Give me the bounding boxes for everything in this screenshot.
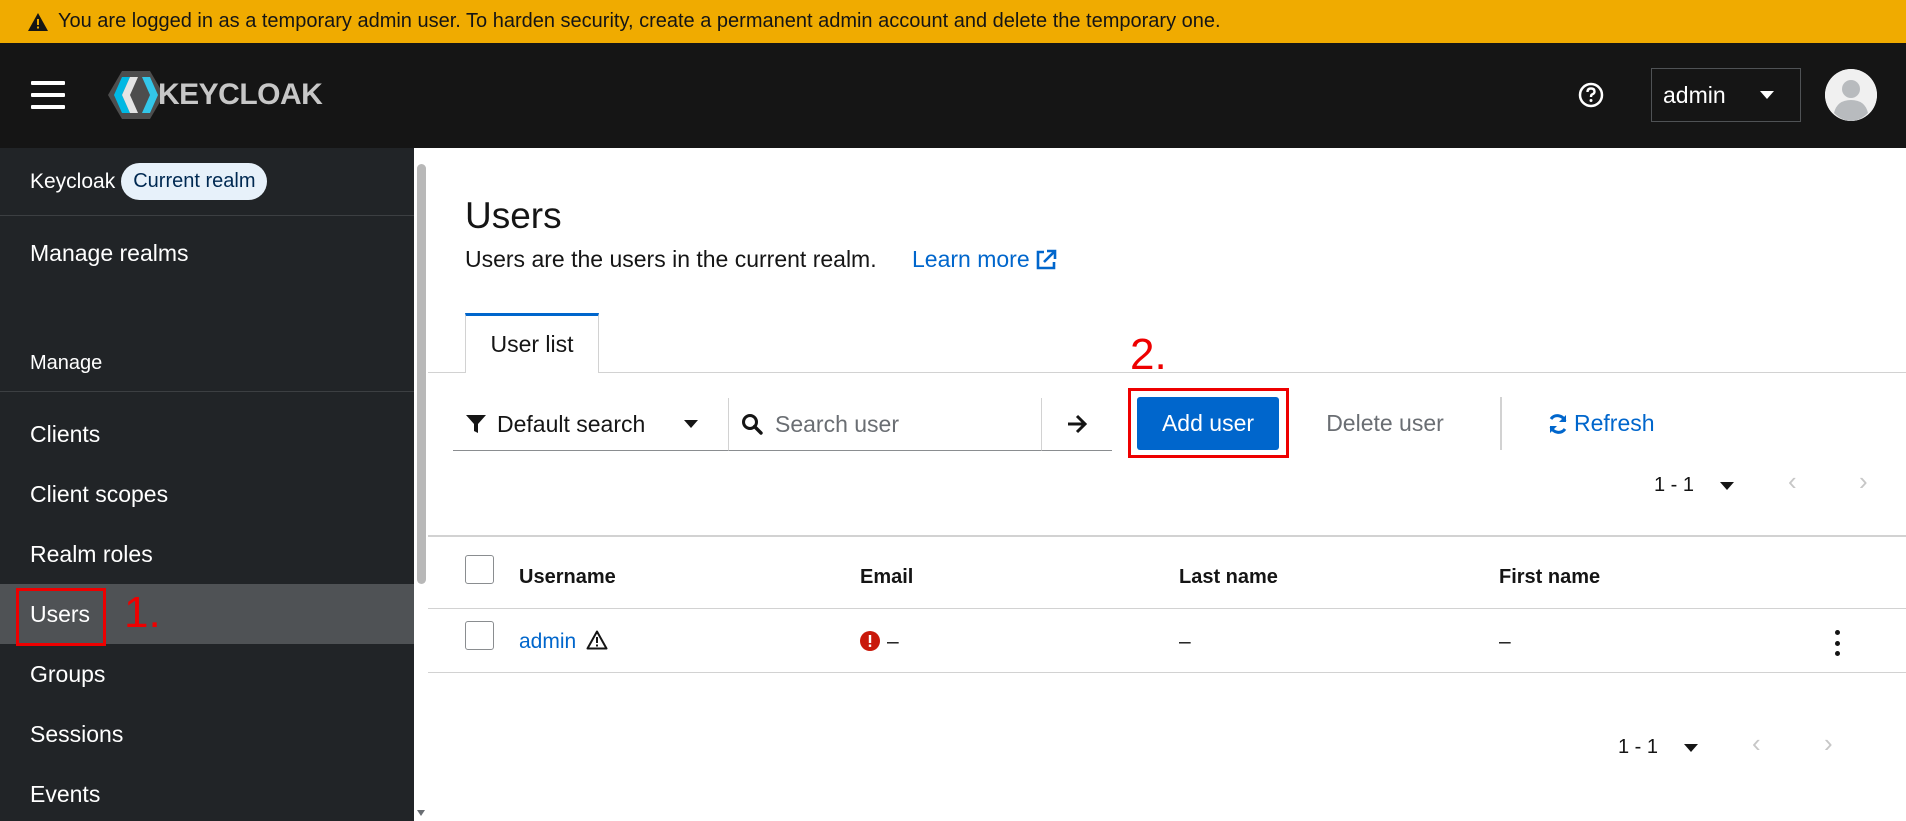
row-select-checkbox[interactable] [465, 621, 494, 650]
search-user-input[interactable] [775, 410, 1025, 438]
chevron-down-icon [1684, 743, 1699, 752]
last-name-cell: – [1179, 630, 1191, 653]
table-row-border [428, 672, 1906, 673]
refresh-icon [1549, 413, 1567, 434]
sidebar-scrollbar[interactable] [414, 148, 428, 821]
sidebar-item-clients[interactable]: Clients [0, 421, 414, 448]
toolbar-divider [1500, 397, 1502, 450]
hamburger-menu-icon[interactable] [31, 81, 65, 111]
main-content: Users Users are the users in the current… [428, 148, 1906, 821]
select-all-checkbox[interactable] [465, 555, 494, 584]
column-header-last-name[interactable]: Last name [1179, 566, 1278, 589]
refresh-label: Refresh [1574, 410, 1655, 436]
pagination-range-dropdown-top[interactable]: 1 - 1 [1654, 474, 1735, 497]
learn-more-label: Learn more [912, 246, 1030, 272]
help-icon[interactable] [1578, 82, 1604, 108]
pagination-range-top: 1 - 1 [1654, 474, 1695, 496]
sidebar-item-manage-realms[interactable]: Manage realms [0, 240, 414, 267]
sidebar-item-groups[interactable]: Groups [0, 661, 414, 688]
external-link-icon [1036, 249, 1056, 269]
column-header-first-name[interactable]: First name [1499, 566, 1600, 589]
sidebar: Keycloak Current realm Manage realms Man… [0, 148, 414, 821]
filter-icon [466, 415, 486, 433]
temporary-admin-warning-banner: You are logged in as a temporary admin u… [0, 0, 1906, 43]
scrollbar-thumb[interactable] [417, 164, 426, 584]
sidebar-item-realm-roles[interactable]: Realm roles [0, 541, 414, 568]
email-error-icon [860, 631, 880, 651]
search-submit-button[interactable] [1041, 398, 1112, 451]
column-header-username[interactable]: Username [519, 566, 616, 589]
user-menu-label: admin [1663, 81, 1726, 108]
sidebar-item-client-scopes[interactable]: Client scopes [0, 481, 414, 508]
chevron-down-icon [684, 420, 698, 428]
page-description: Users are the users in the current realm… [465, 246, 877, 272]
step-1-label: 1. [124, 588, 161, 637]
pagination-range-dropdown-bottom[interactable]: 1 - 1 [1618, 736, 1699, 759]
row-actions-kebab-icon[interactable] [1831, 628, 1843, 658]
banner-text: You are logged in as a temporary admin u… [58, 10, 1221, 32]
realm-selector[interactable]: Keycloak Current realm [0, 148, 414, 216]
sidebar-divider [0, 391, 414, 392]
current-realm-badge: Current realm [121, 163, 268, 200]
search-type-label: Default search [497, 410, 646, 437]
previous-page-icon[interactable]: ‹ [1788, 466, 1797, 497]
step-1-highlight-box [16, 588, 106, 646]
tabs-underline [428, 372, 1906, 373]
arrow-right-icon [1068, 414, 1088, 434]
delete-user-button[interactable]: Delete user [1310, 397, 1460, 450]
sidebar-item-sessions[interactable]: Sessions [0, 721, 414, 748]
email-cell: – [887, 630, 899, 653]
warning-triangle-icon [28, 12, 48, 31]
refresh-button[interactable]: Refresh [1546, 397, 1655, 450]
temporary-admin-warning-icon[interactable] [586, 630, 608, 650]
logo-text: KEYCLOAK [158, 78, 323, 111]
column-header-email[interactable]: Email [860, 566, 913, 589]
keycloak-logo[interactable]: KEYCLOAK [108, 71, 323, 119]
pagination-range-bottom: 1 - 1 [1618, 736, 1659, 758]
learn-more-link[interactable]: Learn more [912, 246, 1057, 273]
table-divider [428, 535, 1906, 537]
realm-name: Keycloak [30, 169, 116, 193]
next-page-icon[interactable]: › [1859, 466, 1868, 497]
search-type-dropdown[interactable]: Default search [453, 398, 728, 451]
user-avatar-icon [1825, 69, 1877, 121]
keycloak-logo-icon [108, 71, 164, 119]
sidebar-item-events[interactable]: Events [0, 781, 414, 808]
masthead: KEYCLOAK admin [0, 43, 1906, 148]
search-field[interactable] [728, 398, 1041, 451]
avatar[interactable] [1825, 69, 1877, 121]
table-header-border [428, 608, 1906, 609]
sidebar-section-manage: Manage [30, 352, 103, 374]
chevron-down-icon [1760, 91, 1774, 99]
previous-page-icon[interactable]: ‹ [1752, 728, 1761, 759]
next-page-icon[interactable]: › [1824, 728, 1833, 759]
page-title: Users [465, 195, 562, 236]
chevron-down-icon [1720, 481, 1735, 490]
step-2-label: 2. [1130, 330, 1167, 379]
search-icon [742, 414, 763, 435]
scroll-down-arrow-icon[interactable] [417, 810, 425, 816]
username-link[interactable]: admin [519, 630, 576, 654]
tab-user-list-label: User list [490, 331, 574, 357]
user-menu-dropdown[interactable]: admin [1651, 68, 1801, 122]
first-name-cell: – [1499, 630, 1511, 653]
step-2-highlight-box [1128, 388, 1289, 458]
tab-user-list[interactable]: User list [465, 313, 599, 373]
